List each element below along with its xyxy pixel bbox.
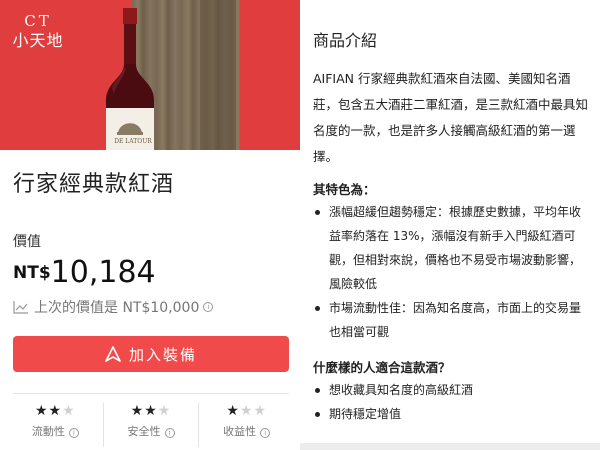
divider [13, 393, 289, 394]
add-to-gear-button[interactable]: 加入裝備 [13, 336, 289, 372]
price-amount: 10,184 [50, 255, 156, 290]
intro-panel: 商品介紹 AIFIAN 行家經典款紅酒來自法國、美國知名酒莊，包含五大酒莊二軍紅… [300, 0, 600, 450]
star-icon: ★★★ [104, 403, 199, 419]
rating-label-return: 收益性 i [199, 423, 294, 439]
chart-line-icon [13, 301, 28, 314]
star-icon: ★ [130, 403, 145, 419]
audience-list: 想收藏具知名度的高級紅酒 期待穩定增值 [313, 378, 589, 426]
add-to-gear-label: 加入裝備 [128, 345, 197, 364]
crate-board [200, 0, 236, 150]
list-item: 期待穩定增值 [313, 402, 589, 426]
previous-value: 上次的價值是 NT$10,000 i [13, 297, 214, 317]
star-icon: ★ [48, 403, 63, 419]
value-label: 價值 [13, 234, 41, 250]
product-hero-image: CT 小天地 DE LATOUR [0, 0, 300, 150]
list-item: 市場流動性佳：因為知名度高，市面上的交易量也相當可觀 [313, 296, 589, 344]
list-item: 漲幅超緩但趨勢穩定：根據歷史數據，平均年收益率約落在 13%，漲幅沒有新手入門級… [313, 200, 589, 296]
brand-logo-line1: CT [24, 12, 52, 30]
rating-safety: ★★★ 安全性 i [102, 403, 199, 447]
price-currency: NT$ [13, 263, 51, 283]
rating-return: ★★★ 收益性 i [198, 403, 294, 447]
list-item-text: 想收藏具知名度的高級紅酒 [329, 383, 474, 397]
rating-liquidity: ★★★ 流動性 i [8, 403, 103, 447]
features-title: 其特色為： [313, 182, 376, 197]
list-item: 想收藏具知名度的高級紅酒 [313, 378, 589, 402]
star-icon: ★★★ [8, 403, 103, 419]
features-list: 漲幅超緩但趨勢穩定：根據歷史數據，平均年收益率約落在 13%，漲幅沒有新手入門級… [313, 200, 589, 344]
brand-logo-line2: 小天地 [12, 31, 64, 50]
star-icon: ★ [253, 403, 268, 419]
intro-card: 商品介紹 AIFIAN 行家經典款紅酒來自法國、美國知名酒莊，包含五大酒莊二軍紅… [300, 0, 600, 443]
bottle-label-text: DE LATOUR [114, 138, 152, 145]
arrow-up-icon [105, 346, 121, 362]
bullet-dot [315, 210, 320, 215]
rating-label-liquidity: 流動性 i [8, 423, 103, 439]
rating-row: ★★★ 流動性 i ★★★ 安全性 i ★★★ 收益性 i [8, 403, 294, 447]
star-icon: ★★★ [199, 403, 294, 419]
rating-label-text: 流動性 [31, 425, 65, 438]
product-panel: CT 小天地 DE LATOUR 行家經典款紅酒 價值 NT$10,184 上次… [0, 0, 300, 450]
bullet-dot [315, 306, 320, 311]
star-icon: ★ [239, 403, 254, 419]
rating-label-text: 安全性 [127, 425, 161, 438]
star-icon: ★ [62, 403, 76, 419]
brand-logo: CT 小天地 [12, 12, 64, 52]
rating-label-safety: 安全性 i [104, 423, 199, 439]
info-icon[interactable]: i [68, 428, 79, 438]
rating-label-text: 收益性 [223, 425, 257, 438]
info-icon[interactable]: i [260, 428, 271, 438]
star-icon: ★ [226, 403, 240, 419]
list-item-text: 期待穩定增值 [329, 407, 402, 421]
intro-description: AIFIAN 行家經典款紅酒來自法國、美國知名酒莊，包含五大酒莊二軍紅酒，是三款… [313, 71, 589, 164]
intro-title: 商品介紹 [313, 31, 378, 50]
info-icon[interactable]: i [164, 428, 175, 438]
star-icon: ★ [157, 403, 172, 419]
bullet-dot [315, 412, 320, 417]
info-icon[interactable]: i [203, 302, 214, 312]
list-item-text: 漲幅超緩但趨勢穩定：根據歷史數據，平均年收益率約落在 13%，漲幅沒有新手入門級… [329, 205, 582, 291]
wine-bottle-image [106, 8, 154, 150]
audience-title: 什麼樣的人適合這款酒？ [313, 360, 451, 375]
star-icon: ★ [34, 403, 49, 419]
product-title: 行家經典款紅酒 [13, 172, 175, 197]
bullet-dot [315, 388, 320, 393]
previous-value-text: 上次的價值是 NT$10,000 [34, 300, 200, 316]
price-display: NT$10,184 [13, 255, 156, 290]
list-item-text: 市場流動性佳：因為知名度高，市面上的交易量也相當可觀 [329, 301, 582, 339]
star-icon: ★ [144, 403, 158, 419]
